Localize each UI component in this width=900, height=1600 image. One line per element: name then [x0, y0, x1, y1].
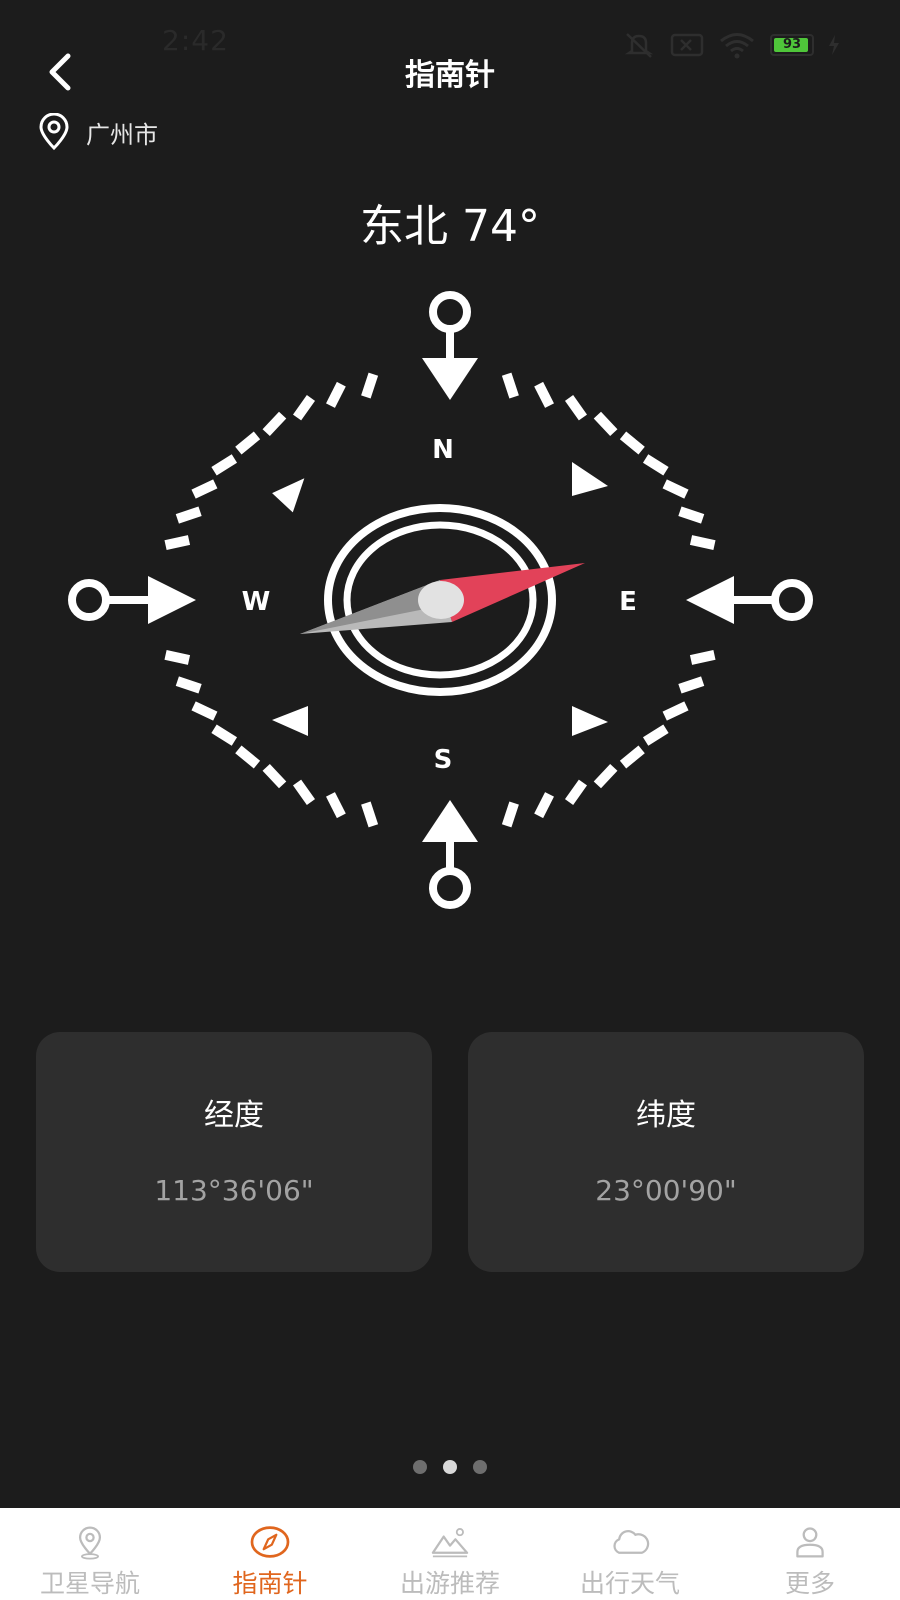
page-indicator — [0, 1460, 900, 1474]
west-pointer-icon — [68, 576, 196, 624]
dial-tick — [642, 454, 669, 476]
cloud-icon — [613, 1530, 650, 1554]
dial-tick — [678, 506, 705, 524]
header: 指南针 — [0, 36, 900, 106]
longitude-card: 经度 113°36'06" — [36, 1032, 432, 1272]
page-dot[interactable] — [473, 1460, 487, 1474]
dial-tick — [175, 676, 202, 694]
dial-tick — [262, 763, 287, 789]
tab-travel-weather[interactable]: 出行天气 — [540, 1508, 720, 1600]
dial-tick — [292, 395, 316, 421]
south-pointer-icon — [422, 800, 478, 909]
page-dot[interactable] — [413, 1460, 427, 1474]
cardinal-s: S — [434, 745, 453, 775]
east-pointer-icon — [686, 576, 813, 624]
tab-label: 更多 — [784, 1569, 835, 1598]
dial-tick — [164, 650, 191, 665]
dial-tick — [619, 431, 645, 455]
dial-tick — [501, 372, 519, 399]
compass-icon — [250, 1526, 290, 1558]
dial-tick — [501, 801, 519, 828]
tab-compass[interactable]: 指南针 — [180, 1508, 360, 1600]
dial-tick — [662, 701, 689, 721]
dial-tick — [361, 801, 379, 828]
dial-tick — [564, 779, 588, 805]
cardinal-n: N — [432, 435, 454, 465]
bottom-tab-bar: 卫星导航 指南针 出游推荐 出行天气 更多 — [0, 1508, 900, 1600]
triangle-marker-ne — [572, 462, 608, 496]
dial-tick — [191, 701, 218, 721]
compass: N S W E — [60, 290, 840, 930]
latitude-value: 23°00'90" — [595, 1174, 737, 1207]
mountain-icon — [431, 1528, 469, 1558]
north-pointer-icon — [422, 291, 478, 400]
tab-satellite-navigation[interactable]: 卫星导航 — [0, 1508, 180, 1600]
location-city: 广州市 — [86, 120, 158, 149]
longitude-value: 113°36'06" — [154, 1174, 314, 1207]
dial-tick — [534, 792, 554, 819]
dial-tick — [642, 724, 669, 746]
page-title: 指南针 — [405, 58, 495, 93]
tab-travel-recommendations[interactable]: 出游推荐 — [360, 1508, 540, 1600]
triangle-marker-se — [572, 706, 608, 736]
dial-tick — [211, 724, 238, 746]
dial-tick — [662, 479, 689, 499]
dial-tick — [689, 535, 716, 550]
triangle-marker-nw — [272, 478, 305, 513]
heading-readout: 东北 74° — [360, 201, 540, 252]
cardinal-e: E — [619, 587, 637, 617]
user-icon — [796, 1527, 824, 1558]
dial-tick — [175, 506, 202, 524]
dial-tick — [262, 411, 287, 437]
tab-label: 指南针 — [232, 1569, 308, 1598]
dial-tick — [564, 395, 588, 421]
dial-tick — [689, 650, 716, 665]
dial-tick — [191, 479, 218, 499]
dial-tick — [678, 676, 705, 694]
tab-label: 卫星导航 — [39, 1569, 140, 1598]
dial-tick — [619, 745, 645, 769]
tab-label: 出行天气 — [579, 1569, 680, 1598]
dial-tick — [361, 372, 379, 399]
longitude-label: 经度 — [204, 1098, 264, 1133]
dial-tick — [326, 381, 346, 408]
dial-tick — [164, 535, 191, 550]
location: 广州市 — [36, 112, 158, 152]
dial-tick — [593, 411, 618, 437]
latitude-card: 纬度 23°00'90" — [468, 1032, 864, 1272]
dial-tick — [326, 792, 346, 819]
dial-tick — [593, 763, 618, 789]
tab-label: 出游推荐 — [399, 1569, 500, 1598]
location-pin-icon — [39, 113, 69, 151]
tab-more[interactable]: 更多 — [720, 1508, 900, 1600]
triangle-marker-sw — [272, 706, 308, 736]
dial-tick — [211, 454, 238, 476]
page-dot-active[interactable] — [443, 1460, 457, 1474]
dial-tick — [235, 745, 261, 769]
cardinal-w: W — [242, 587, 271, 617]
dial-tick — [534, 381, 554, 408]
dial-tick — [292, 779, 316, 805]
dial-tick — [235, 431, 261, 455]
map-pin-icon — [78, 1526, 102, 1560]
compass-needle-icon — [300, 563, 585, 634]
latitude-label: 纬度 — [636, 1098, 696, 1133]
